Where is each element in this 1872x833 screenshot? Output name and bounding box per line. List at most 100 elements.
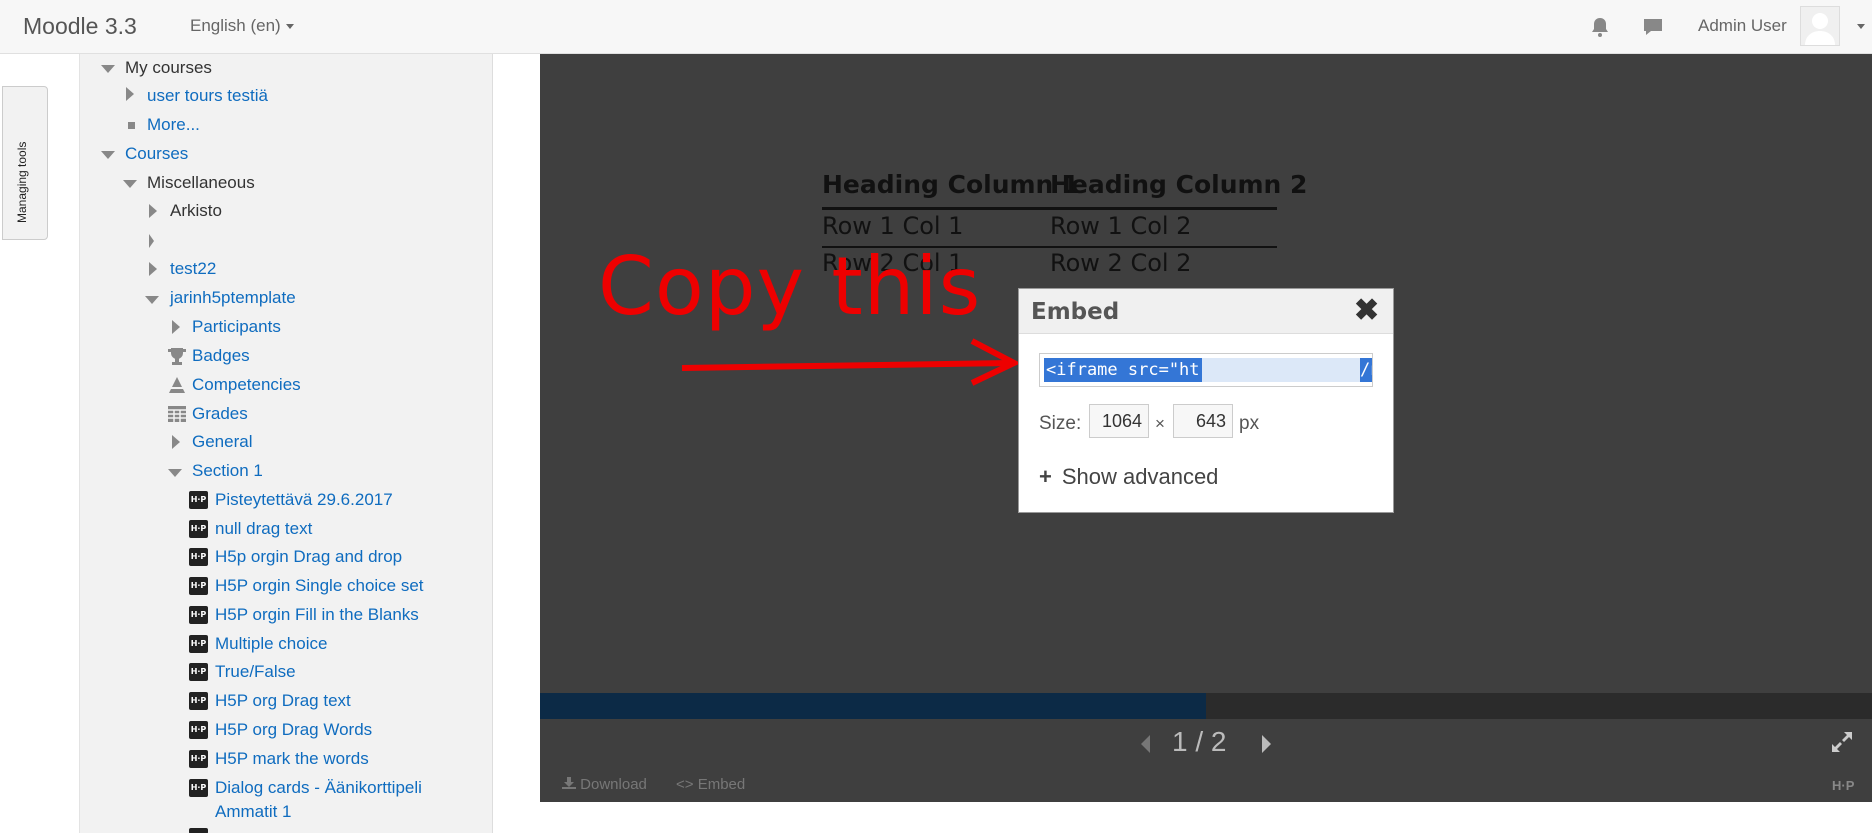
h5p-icon: H·P: [189, 750, 208, 768]
h5p-icon: [189, 828, 208, 833]
previous-page-icon[interactable]: [1141, 735, 1150, 753]
user-avatar-icon: [1805, 13, 1835, 45]
selection-highlight: [1180, 358, 1365, 382]
activity-link[interactable]: H5P orgin Single choice set: [215, 575, 424, 597]
embed-dialog: Embed ✖ <iframe src="ht /n Size: 1064 × …: [1018, 288, 1394, 513]
embed-label: Embed: [697, 776, 746, 793]
h5p-icon: H·P: [189, 606, 208, 624]
h5p-icon: H·P: [189, 491, 208, 509]
h5p-logo: H·P: [1832, 778, 1855, 793]
unit-label: px: [1239, 413, 1260, 434]
tree-arkisto[interactable]: Arkisto: [170, 200, 222, 222]
embed-code-text: <iframe src="ht: [1044, 358, 1202, 382]
table-header-1: Heading Column 1: [822, 170, 1080, 199]
tree-courses[interactable]: Courses: [125, 143, 188, 165]
tree-miscellaneous[interactable]: Miscellaneous: [147, 172, 255, 194]
activity-link[interactable]: H5P mark the words: [215, 748, 369, 770]
tree-general[interactable]: General: [192, 431, 252, 453]
trophy-icon: [168, 348, 186, 365]
competency-icon: [169, 377, 185, 393]
width-input[interactable]: 1064: [1089, 404, 1149, 438]
expanded-triangle-icon[interactable]: [145, 296, 159, 304]
annotation-text: Copy this: [598, 240, 982, 333]
table-cell: Row 1 Col 1: [822, 212, 964, 240]
times-sign: ×: [1155, 414, 1165, 433]
collapsed-triangle-icon[interactable]: [149, 204, 157, 218]
fullscreen-icon[interactable]: [1828, 728, 1856, 756]
annotation-arrow-icon: [681, 338, 1021, 386]
activity-link[interactable]: H5P org Drag text: [215, 690, 351, 712]
download-button[interactable]: Download: [562, 776, 647, 793]
show-advanced-toggle[interactable]: + Show advanced: [1039, 464, 1218, 490]
tree-badges[interactable]: Badges: [192, 345, 250, 367]
activity-link[interactable]: Multiple choice: [215, 633, 327, 655]
tree-section-1[interactable]: Section 1: [192, 460, 263, 482]
download-icon: [562, 777, 576, 789]
managing-tools-tab[interactable]: Managing tools: [2, 86, 48, 240]
embed-button[interactable]: <> Embed: [676, 776, 745, 793]
tree-test22[interactable]: test22: [170, 258, 216, 280]
tree-competencies[interactable]: Competencies: [192, 374, 301, 396]
plus-icon: +: [1039, 464, 1052, 489]
activity-link[interactable]: H5P orgin Fill in the Blanks: [215, 604, 419, 626]
activity-link[interactable]: Dialog cards - Äänikorttipeli: [215, 777, 422, 799]
table-icon: [168, 406, 186, 422]
h5p-icon: H·P: [189, 692, 208, 710]
expanded-triangle-icon[interactable]: [123, 180, 137, 188]
h5p-icon: H·P: [189, 635, 208, 653]
h5p-icon: H·P: [189, 520, 208, 538]
tree-course-jarinh5ptemplate[interactable]: jarinh5ptemplate: [170, 287, 296, 309]
table-header-rule: [822, 207, 1277, 210]
activity-link[interactable]: H5p orgin Drag and drop: [215, 546, 402, 568]
collapsed-triangle-icon[interactable]: [149, 262, 157, 276]
bell-icon[interactable]: [1587, 14, 1613, 40]
collapsed-triangle-icon[interactable]: [126, 87, 134, 101]
activity-link[interactable]: Pisteytettävä 29.6.2017: [215, 489, 393, 511]
chat-icon[interactable]: [1640, 14, 1666, 40]
h5p-icon: H·P: [189, 663, 208, 681]
nav-drawer: My courses user tours testiä More... Cou…: [79, 54, 493, 833]
tree-user-tours[interactable]: user tours testiä: [147, 85, 268, 107]
h5p-icon: H·P: [189, 577, 208, 595]
download-label: Download: [580, 776, 647, 793]
tree-more[interactable]: More...: [147, 114, 200, 136]
table-cell: Row 2 Col 2: [1050, 249, 1192, 277]
size-label: Size:: [1039, 413, 1082, 434]
progress-bar: [540, 693, 1872, 719]
code-icon: <>: [676, 776, 694, 793]
managing-tools-label: Managing tools: [15, 141, 29, 223]
embed-code-field[interactable]: <iframe src="ht /n: [1039, 353, 1373, 387]
h5p-icon: H·P: [189, 779, 208, 797]
username[interactable]: Admin User: [1698, 16, 1787, 36]
next-page-icon[interactable]: [1262, 735, 1271, 753]
table-header-2: Heading Column 2: [1050, 170, 1308, 199]
activity-link[interactable]: H5P org Drag Words: [215, 719, 372, 741]
collapsed-triangle-icon[interactable]: [172, 435, 180, 449]
collapsed-triangle-icon[interactable]: [172, 320, 180, 334]
activity-link-continued[interactable]: Ammatit 1: [215, 801, 292, 823]
show-advanced-label: Show advanced: [1061, 464, 1219, 489]
collapsed-triangle-icon[interactable]: [149, 234, 154, 248]
table-cell: Row 1 Col 2: [1050, 212, 1192, 240]
tree-participants[interactable]: Participants: [192, 316, 281, 338]
expanded-triangle-icon[interactable]: [101, 65, 115, 73]
page-indicator: 1 / 2: [1172, 726, 1227, 757]
tree-grades[interactable]: Grades: [192, 403, 248, 425]
height-input[interactable]: 643: [1173, 404, 1233, 438]
tree-my-courses[interactable]: My courses: [125, 57, 212, 79]
site-brand[interactable]: Moodle 3.3: [23, 13, 137, 40]
avatar[interactable]: [1800, 6, 1840, 46]
activity-link[interactable]: null drag text: [215, 518, 312, 540]
activity-link[interactable]: True/False: [215, 661, 296, 683]
embed-dialog-title: Embed: [1031, 299, 1120, 325]
h5p-icon: H·P: [189, 548, 208, 566]
expanded-triangle-icon[interactable]: [168, 469, 182, 477]
close-icon[interactable]: ✖: [1354, 293, 1379, 328]
caret-down-icon: [285, 24, 294, 30]
progress-fill: [540, 693, 1206, 719]
user-menu-caret-icon[interactable]: [1857, 24, 1865, 29]
navbar: Moodle 3.3 English (en) Admin User: [0, 0, 1872, 54]
language-menu[interactable]: English (en): [190, 16, 294, 36]
bullet-icon: [128, 122, 135, 129]
expanded-triangle-icon[interactable]: [101, 151, 115, 159]
